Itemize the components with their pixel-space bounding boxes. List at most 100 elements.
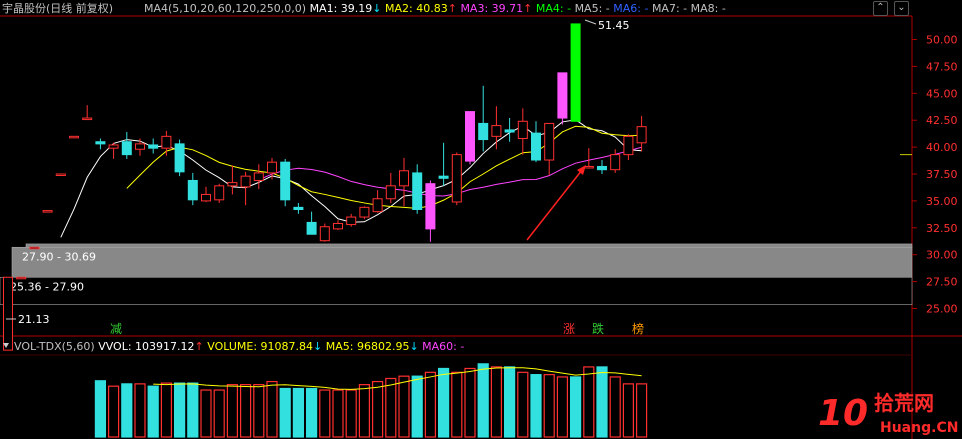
volume-bar: [464, 367, 476, 438]
candle-body: [517, 120, 528, 139]
volume-bar: [385, 377, 397, 438]
volume-bar: [490, 366, 502, 438]
volume-bar: [332, 389, 344, 438]
support-zone-label: 27.90 - 30.69: [22, 250, 96, 263]
candle-body: [201, 193, 211, 202]
ma-legend: MA4(5,10,20,60,120,250,0,0) MA1: 39.19↓ …: [144, 2, 726, 15]
volume-bar: [569, 376, 582, 438]
candle-body: [372, 198, 383, 213]
event-tag: 榜: [632, 321, 644, 336]
y-tick-label: 47.50: [926, 60, 958, 73]
ma-item-label: MA6: -: [613, 2, 648, 15]
volume-bar: [226, 384, 238, 438]
volume-bar: [358, 384, 370, 438]
watermark-cn: 拾荒网: [874, 391, 934, 415]
arrow-annotation: [526, 165, 586, 241]
volume-bar: [530, 374, 542, 438]
volume-bar: [477, 363, 489, 438]
volume-ma-line: [153, 367, 642, 390]
volume-bar: [609, 376, 621, 438]
y-tick-label: 42.50: [926, 114, 958, 127]
candle-body: [306, 221, 317, 235]
candle-body: [346, 216, 357, 226]
ma-item-label: MA2: 40.83: [385, 2, 448, 15]
candle-body: [583, 165, 594, 169]
support-zone-label: 25.36 - 27.90: [10, 280, 84, 293]
candle-body: [557, 72, 568, 119]
volume-bar: [121, 383, 133, 438]
candle-body: [121, 141, 132, 156]
volume-bar: [517, 371, 529, 438]
volume-bar: [107, 385, 120, 438]
volume-bar: [213, 389, 225, 438]
ma-group-label: MA4(5,10,20,60,120,250,0,0): [144, 2, 306, 15]
volume-bar: [279, 387, 291, 438]
volume-bar: [424, 371, 436, 438]
candle-body: [597, 165, 607, 171]
candle-body: [623, 135, 634, 156]
volume-bar: [622, 383, 635, 438]
candle-body: [95, 141, 106, 145]
candle-body: [491, 125, 502, 137]
ma-item-label: MA8: -: [691, 2, 726, 15]
volume-bar: [266, 380, 278, 438]
support-zones: 30.69 - 31.0027.90 - 30.6925.36 - 27.90: [0, 243, 913, 305]
volume-bars: [94, 363, 648, 438]
vol-item-arrow: ↓: [313, 340, 322, 353]
ma20-line: [258, 146, 642, 197]
volume-ma-polyline: [153, 367, 642, 390]
low-price-label: 21.13: [18, 313, 50, 326]
volume-bar: [200, 389, 212, 438]
y-tick-label: 37.50: [926, 168, 958, 181]
stock-chart[interactable]: 30.69 - 31.0027.90 - 30.6925.36 - 27.90 …: [0, 0, 962, 439]
volume-bar: [543, 374, 555, 438]
candle-body: [438, 175, 449, 179]
y-tick-label: 25.00: [926, 302, 958, 315]
candle-body: [359, 206, 370, 218]
y-tick-label: 27.50: [926, 276, 958, 289]
vol-item-arrow: ↑: [195, 340, 204, 353]
vol-item-arrow: ↓: [409, 340, 418, 353]
candle-body: [636, 126, 647, 144]
volume-bar: [398, 375, 410, 438]
vol-item-label: VOLUME: 91087.84: [207, 340, 313, 353]
high-marker: 51.45: [584, 19, 630, 32]
vol-item-label: MA5: 96802.95: [326, 340, 410, 353]
candle-body: [385, 185, 396, 200]
ma-item-label: MA4: -: [536, 2, 571, 15]
vol-item-label: VVOL: 103917.12: [98, 340, 194, 353]
chart-header: 宇晶股份(日线 前复权): [2, 1, 113, 15]
vol-indicator-label: VOL-TDX(5,60): [14, 340, 95, 353]
y-tick-label: 50.00: [926, 34, 958, 47]
candle-body: [82, 117, 93, 121]
ma-item-arrow: ↑: [523, 2, 532, 15]
candle-body: [174, 143, 185, 173]
chevron-down-icon[interactable]: ⌄: [894, 1, 909, 16]
candle-body: [29, 246, 40, 250]
volume-bar: [596, 366, 608, 438]
y-tick-label: 30.00: [926, 249, 958, 262]
volume-bar: [240, 384, 252, 438]
ma-item-arrow: ↑: [448, 2, 457, 15]
candle-body: [478, 122, 489, 141]
volume-bar: [134, 383, 146, 438]
support-zone: [11, 246, 913, 278]
volume-bar: [345, 389, 357, 438]
volume-bar: [319, 389, 331, 438]
candle-body: [412, 172, 423, 211]
support-zone: [0, 276, 913, 305]
candle-body: [161, 135, 172, 149]
volume-bar: [438, 367, 450, 438]
volume-bar: [253, 384, 265, 438]
event-tags: 减涨跌榜: [110, 321, 644, 336]
candle-body: [570, 23, 581, 122]
candle-body: [240, 175, 251, 188]
candle-body: [16, 276, 27, 280]
ma-item-label: MA1: 39.19: [310, 2, 373, 15]
chevron-up-icon[interactable]: ⌃: [873, 1, 888, 16]
candle-body: [293, 206, 304, 211]
volume-bar: [160, 382, 172, 438]
y-tick-label: 45.00: [926, 87, 958, 100]
vol-item-label: MA60: -: [422, 340, 464, 353]
volume-bar: [94, 380, 107, 438]
